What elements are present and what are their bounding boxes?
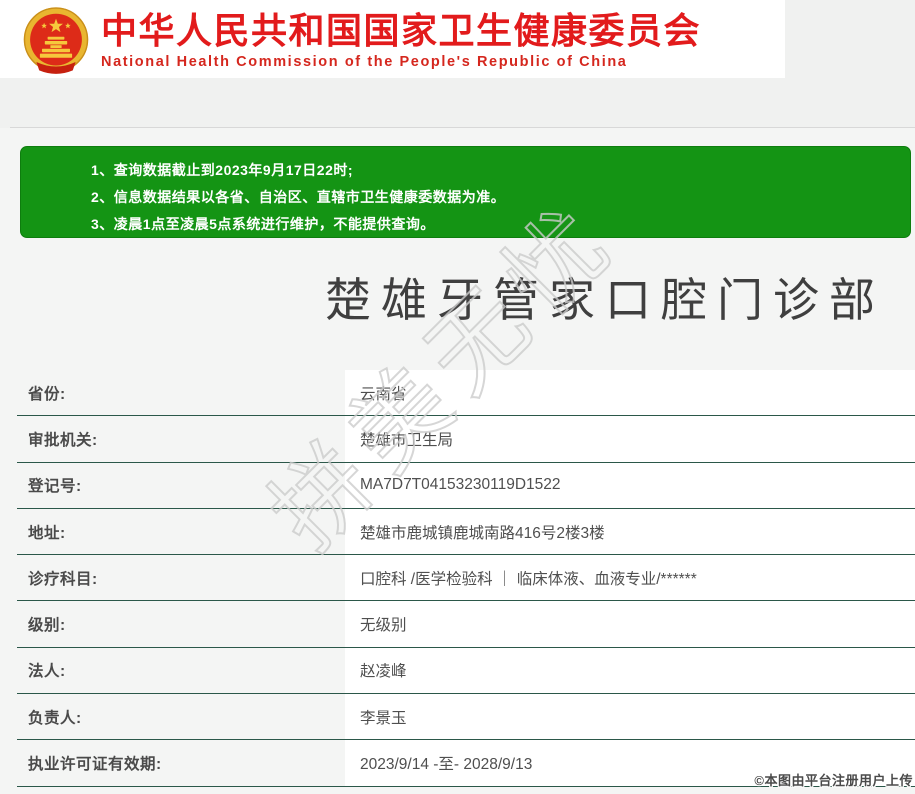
row-registration-number: 登记号: MA7D7T04153230119D1522 bbox=[17, 462, 915, 509]
field-label: 登记号: bbox=[28, 478, 82, 496]
site-title-english: National Health Commission of the People… bbox=[101, 53, 628, 70]
notice-line-1: 1、查询数据截止到2023年9月17日22时; bbox=[91, 162, 354, 178]
content-panel: 1、查询数据截止到2023年9月17日22时; 2、信息数据结果以各省、自治区、… bbox=[0, 128, 915, 794]
field-label: 省份: bbox=[28, 385, 66, 403]
field-value: MA7D7T04153230119D1522 bbox=[345, 462, 915, 508]
field-value: 口腔科 /医学检验科 ｜ 临床体液、血液专业/****** bbox=[345, 555, 915, 601]
field-value: 楚雄市卫生局 bbox=[345, 416, 915, 462]
field-value: 云南省 bbox=[345, 370, 915, 416]
field-value: 赵凌峰 bbox=[345, 647, 915, 694]
field-label: 执业许可证有效期: bbox=[28, 756, 162, 774]
row-address: 地址: 楚雄市鹿城镇鹿城南路416号2楼3楼 bbox=[17, 508, 915, 556]
upload-credit-text: ©本图由平台注册用户上传 bbox=[754, 773, 913, 788]
row-clinical-departments: 诊疗科目: 口腔科 /医学检验科 ｜ 临床体液、血液专业/****** bbox=[17, 555, 915, 602]
field-value: 楚雄市鹿城镇鹿城南路416号2楼3楼 bbox=[345, 508, 915, 555]
field-label: 审批机关: bbox=[28, 431, 98, 449]
row-legal-person: 法人: 赵凌峰 bbox=[17, 647, 915, 695]
site-title-chinese: 中华人民共和国国家卫生健康委员会 bbox=[101, 9, 702, 51]
institution-name: 楚雄牙管家口腔门诊部 bbox=[325, 274, 885, 326]
row-province: 省份: 云南省 bbox=[17, 370, 915, 417]
notice-line-3: 3、凌晨1点至凌晨5点系统进行维护，不能提供查询。 bbox=[91, 216, 435, 232]
notice-line-2: 2、信息数据结果以各省、自治区、直辖市卫生健康委数据为准。 bbox=[91, 189, 506, 205]
header-titles: 中华人民共和国国家卫生健康委员会 National Health Commiss… bbox=[101, 9, 701, 70]
site-header: 中华人民共和国国家卫生健康委员会 National Health Commiss… bbox=[0, 0, 785, 78]
field-label: 诊疗科目: bbox=[28, 570, 98, 588]
field-label: 地址: bbox=[28, 524, 66, 542]
row-approval-authority: 审批机关: 楚雄市卫生局 bbox=[17, 416, 915, 463]
field-value: 无级别 bbox=[345, 601, 915, 647]
notice-box: 1、查询数据截止到2023年9月17日22时; 2、信息数据结果以各省、自治区、… bbox=[20, 146, 911, 238]
field-label: 级别: bbox=[28, 617, 66, 635]
china-national-emblem-icon bbox=[23, 6, 89, 74]
institution-info-table: 省份: 云南省 审批机关: 楚雄市卫生局 登记号: MA7D7T04153230… bbox=[17, 370, 915, 787]
row-person-in-charge: 负责人: 李景玉 bbox=[17, 694, 915, 741]
field-label: 负责人: bbox=[28, 709, 82, 727]
field-value: 李景玉 bbox=[345, 694, 915, 740]
field-label: 法人: bbox=[28, 663, 66, 681]
row-level: 级别: 无级别 bbox=[17, 601, 915, 648]
